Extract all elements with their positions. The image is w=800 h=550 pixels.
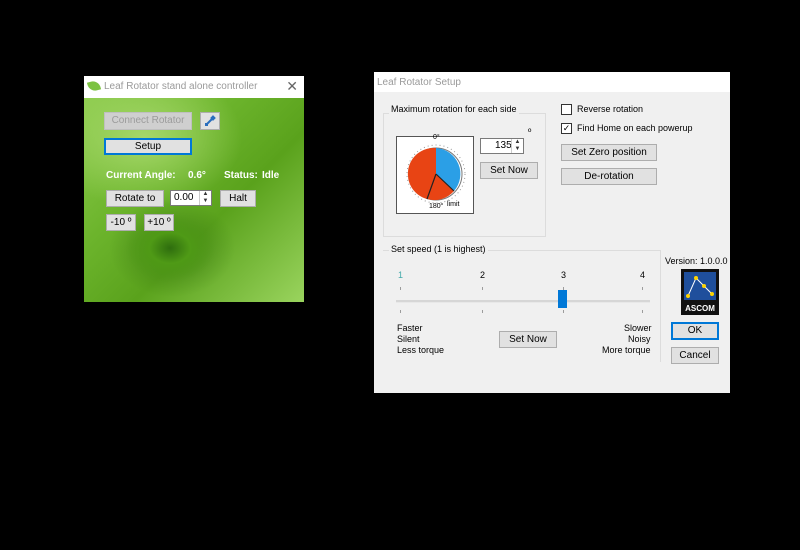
rotate-to-value: 0.00 (174, 192, 194, 203)
leaf-icon (86, 79, 102, 93)
check-icon: ✓ (562, 123, 571, 133)
ascom-logo-text: ASCOM (685, 304, 715, 313)
max-rotation-value: 135 (495, 140, 512, 151)
setup-title: Leaf Rotator Setup (377, 77, 461, 88)
dial-top-label: 0° (433, 134, 440, 141)
rotation-dial: 0° 180° limit (396, 134, 474, 214)
speed-group-label: Set speed (1 is highest) (389, 244, 488, 254)
spin-down-icon[interactable]: ▼ (200, 198, 211, 205)
connect-icon-button[interactable] (200, 112, 220, 130)
setup-button[interactable]: Setup (104, 138, 192, 155)
status-label: Status: (224, 170, 258, 181)
spin-down-icon[interactable]: ▼ (512, 146, 523, 153)
max-rotation-group-label: Maximum rotation for each side (389, 104, 519, 114)
halt-button[interactable]: Halt (220, 190, 256, 207)
speed-tick-label-2: 2 (480, 270, 486, 280)
rotate-spinner[interactable]: ▲ ▼ (199, 191, 211, 205)
max-rotation-spinner[interactable]: ▲ ▼ (511, 139, 523, 153)
controller-background: Connect Rotator Setup Current Angle: 0.6… (84, 98, 304, 302)
silent-label: Silent (397, 334, 420, 344)
speed-tick-label-3: 3 (561, 270, 567, 280)
setup-window: Leaf Rotator Setup Maximum rotation for … (374, 72, 730, 393)
speed-tick-label-1: 1 (398, 270, 404, 280)
setup-titlebar: Leaf Rotator Setup (374, 72, 730, 92)
plus10-button[interactable]: +10 º (144, 214, 174, 231)
slower-label: Slower (624, 323, 652, 333)
find-home-label: Find Home on each powerup (577, 123, 693, 133)
dial-limit-label: limit (447, 201, 460, 208)
max-rotation-set-now-button[interactable]: Set Now (480, 162, 538, 179)
speed-slider-thumb[interactable] (558, 290, 567, 308)
degree-symbol: º (528, 127, 532, 137)
current-angle-label: Current Angle: (106, 170, 176, 181)
controller-window: Leaf Rotator stand alone controller ✕ Co… (84, 76, 304, 302)
spin-up-icon[interactable]: ▲ (200, 191, 211, 198)
tick-mark (482, 310, 483, 313)
max-rotation-input[interactable]: 135 ▲ ▼ (480, 138, 524, 154)
find-home-checkbox[interactable]: ✓ (561, 123, 572, 134)
dial-bottom-label: 180° (429, 203, 444, 210)
noisy-label: Noisy (628, 334, 651, 344)
dial-graphic (406, 144, 466, 204)
rotate-to-input[interactable]: 0.00 ▲ ▼ (170, 190, 212, 206)
version-label: Version: 1.0.0.0 (665, 256, 728, 266)
speed-set-now-button[interactable]: Set Now (499, 331, 557, 348)
cancel-button[interactable]: Cancel (671, 347, 719, 364)
ok-button[interactable]: OK (671, 322, 719, 340)
status-value: Idle (262, 170, 280, 181)
ascom-logo-graphic (684, 272, 716, 300)
tick-mark (563, 310, 564, 313)
speed-slider-track[interactable] (396, 300, 650, 303)
faster-label: Faster (397, 323, 423, 333)
tick-mark (642, 310, 643, 313)
tick-mark (482, 287, 483, 290)
rotate-to-button[interactable]: Rotate to (106, 190, 164, 207)
minus10-button[interactable]: -10 º (106, 214, 136, 231)
tick-mark (400, 310, 401, 313)
controller-titlebar: Leaf Rotator stand alone controller ✕ (84, 76, 304, 98)
connect-rotator-button[interactable]: Connect Rotator (104, 112, 192, 130)
speed-tick-label-4: 4 (640, 270, 646, 280)
close-icon[interactable]: ✕ (286, 78, 298, 95)
reverse-rotation-checkbox[interactable] (561, 104, 572, 115)
tick-mark (400, 287, 401, 290)
tick-mark (642, 287, 643, 290)
plug-icon (205, 115, 216, 126)
less-torque-label: Less torque (397, 345, 445, 355)
spin-up-icon[interactable]: ▲ (512, 139, 523, 146)
controller-title: Leaf Rotator stand alone controller (104, 81, 258, 92)
current-angle-value: 0.6° (188, 170, 206, 181)
constellation-icon (686, 276, 714, 298)
reverse-rotation-label: Reverse rotation (577, 104, 644, 114)
derotation-button[interactable]: De-rotation (561, 168, 657, 185)
set-zero-button[interactable]: Set Zero position (561, 144, 657, 161)
more-torque-label: More torque (602, 345, 651, 355)
ascom-logo: ASCOM (681, 269, 719, 315)
